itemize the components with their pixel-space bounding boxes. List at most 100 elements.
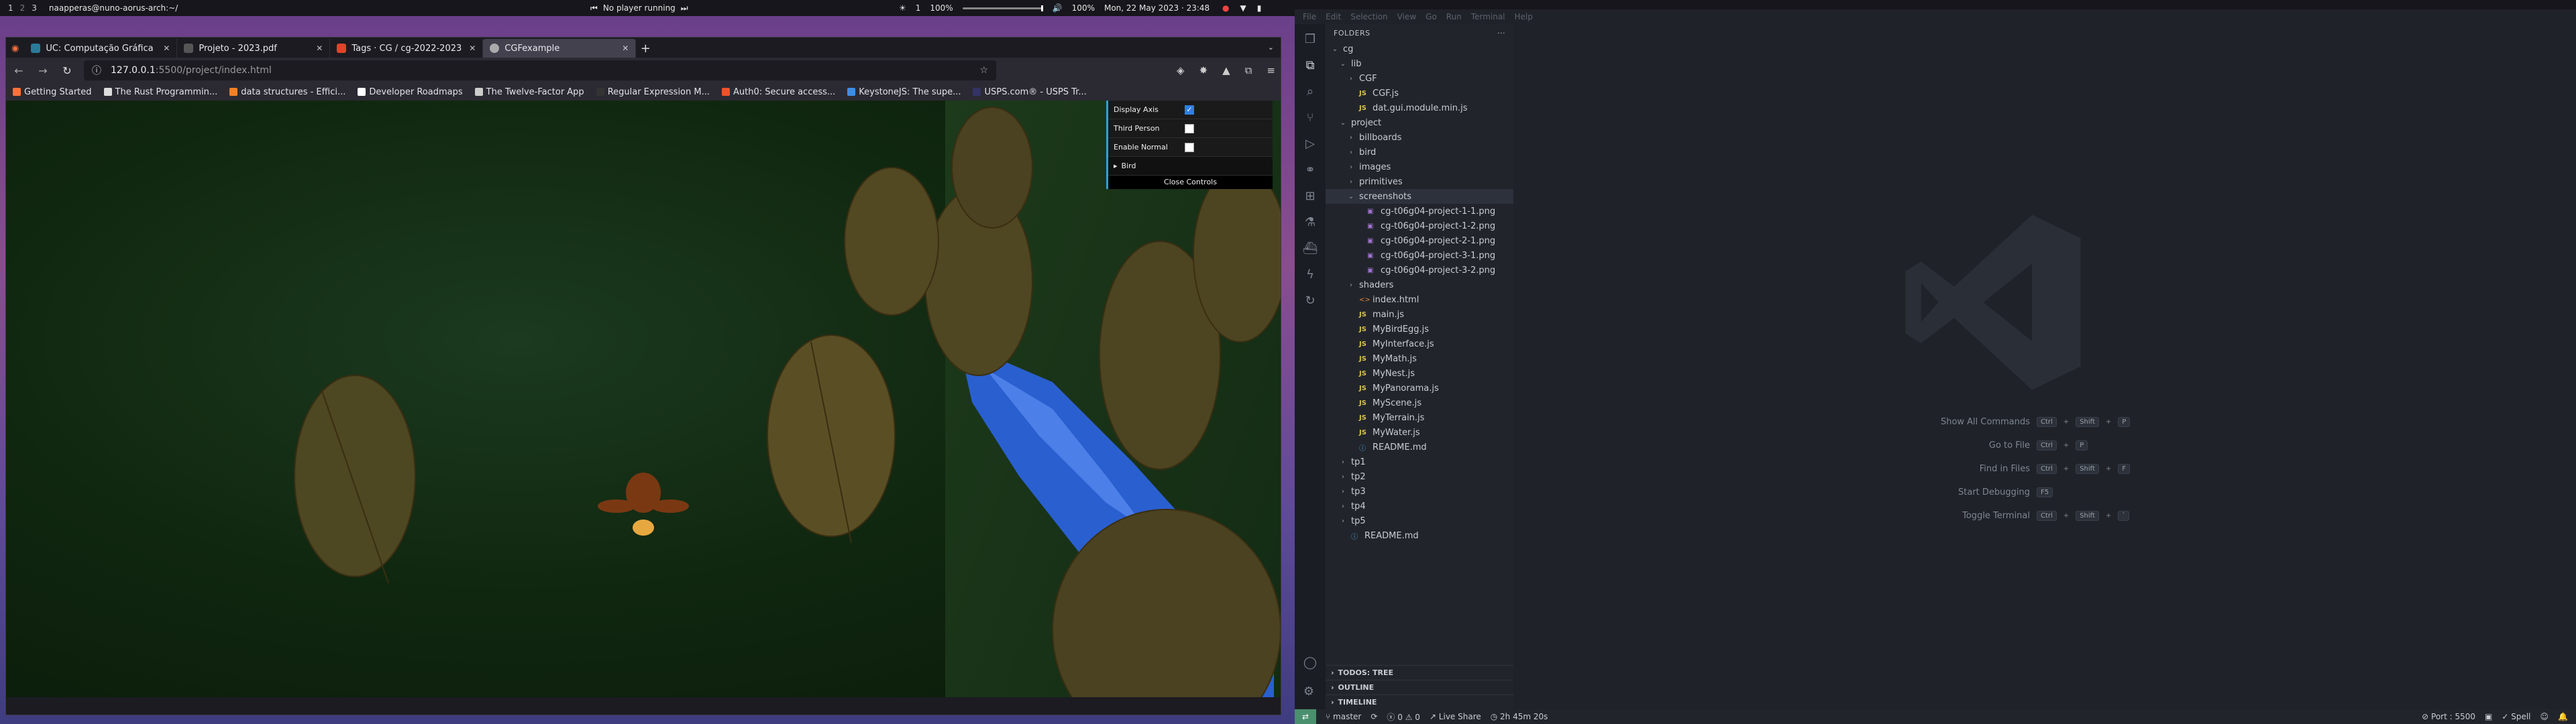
tree-item[interactable]: ⌄ project bbox=[1326, 115, 1513, 130]
tree-item[interactable]: JS MyBirdEgg.js bbox=[1326, 322, 1513, 337]
previous-icon[interactable]: ⏮ bbox=[590, 3, 598, 13]
workspace-2[interactable]: 2 bbox=[20, 3, 25, 13]
manage-gear-icon[interactable]: ⚙ bbox=[1303, 684, 1317, 699]
panel-timeline[interactable]: › TIMELINE bbox=[1326, 695, 1513, 709]
sync-icon[interactable]: ⟳ bbox=[1371, 712, 1377, 721]
tree-item[interactable]: › shaders bbox=[1326, 278, 1513, 292]
gui-enable-normal-row[interactable]: Enable Normal bbox=[1108, 138, 1273, 157]
tree-item[interactable]: JS MyInterface.js bbox=[1326, 337, 1513, 351]
url-bar[interactable]: ⓘ 127.0.0.1:5500/project/index.html ☆ bbox=[84, 60, 996, 80]
tree-item[interactable]: ▣ cg-t06g04-project-3-1.png bbox=[1326, 248, 1513, 263]
layout-icon[interactable]: ▣ bbox=[2485, 712, 2492, 721]
tree-item[interactable]: › CGF bbox=[1326, 71, 1513, 86]
tree-item[interactable]: › tp5 bbox=[1326, 514, 1513, 528]
webgl-scene-canvas[interactable]: Display Axis ✓ Third Person Enable Norma… bbox=[6, 101, 1281, 697]
gui-display-axis-row[interactable]: Display Axis ✓ bbox=[1108, 101, 1273, 119]
close-tab-icon[interactable]: ✕ bbox=[316, 44, 323, 53]
bookmark-twelve-factor[interactable]: The Twelve-Factor App bbox=[474, 87, 584, 97]
enable-normal-checkbox[interactable] bbox=[1185, 142, 1194, 152]
branch-status[interactable]: ⑂ master bbox=[1326, 712, 1361, 721]
menu-go[interactable]: Go bbox=[1426, 12, 1437, 21]
tree-item[interactable]: JS CGF.js bbox=[1326, 86, 1513, 101]
third-person-checkbox[interactable] bbox=[1185, 123, 1194, 133]
remote-explorer-icon[interactable]: ⚭ bbox=[1305, 163, 1315, 177]
live-share-icon[interactable]: ↻ bbox=[1305, 294, 1315, 308]
bookmark-stackoverflow[interactable]: data structures - Effici... bbox=[229, 87, 345, 97]
explorer-icon[interactable]: ⧉ bbox=[1306, 58, 1315, 72]
close-tab-icon[interactable]: ✕ bbox=[622, 44, 629, 53]
editor-area[interactable]: Show All Commands Ctrl + Shift + P Go to F… bbox=[1513, 24, 2576, 709]
menu-run[interactable]: Run bbox=[1446, 12, 1462, 21]
tree-item[interactable]: JS MyPanorama.js bbox=[1326, 381, 1513, 396]
tree-item[interactable]: JS MyNest.js bbox=[1326, 366, 1513, 381]
tree-item[interactable]: ⌄ lib bbox=[1326, 56, 1513, 71]
bookmark-usps[interactable]: USPS.com® - USPS Tr... bbox=[973, 87, 1087, 97]
list-tabs-icon[interactable]: ⌄ bbox=[1268, 43, 1274, 52]
session-timer[interactable]: ◷ 2h 45m 20s bbox=[1491, 712, 1548, 721]
spell-status[interactable]: ✓ Spell bbox=[2502, 712, 2530, 721]
tree-item[interactable]: › billboards bbox=[1326, 130, 1513, 145]
new-tab-button[interactable]: + bbox=[636, 39, 655, 58]
tree-item[interactable]: ▣ cg-t06g04-project-3-2.png bbox=[1326, 263, 1513, 278]
tree-item[interactable]: JS MyTerrain.js bbox=[1326, 410, 1513, 425]
firefox-view-icon[interactable]: ◉ bbox=[11, 44, 24, 58]
pocket-icon[interactable]: ◈ bbox=[1177, 64, 1185, 76]
next-icon[interactable]: ⏭ bbox=[681, 3, 688, 13]
extension-icon[interactable]: ✸ bbox=[1199, 64, 1208, 76]
tree-item[interactable]: › images bbox=[1326, 160, 1513, 174]
search-icon[interactable]: ⌕ bbox=[1307, 84, 1313, 99]
account-icon[interactable]: ◯ bbox=[1303, 656, 1317, 670]
extensions-icon[interactable]: ⊞ bbox=[1305, 189, 1315, 203]
thunder-client-icon[interactable]: ϟ bbox=[1306, 267, 1314, 282]
problems-status[interactable]: ⓧ 0 ⚠ 0 bbox=[1387, 711, 1420, 723]
display-axis-checkbox[interactable]: ✓ bbox=[1185, 105, 1194, 115]
battery-icon[interactable]: ▮ bbox=[1257, 3, 1262, 13]
bookmark-roadmaps[interactable]: Developer Roadmaps bbox=[358, 87, 463, 97]
addon-icon[interactable]: ▲ bbox=[1222, 64, 1230, 76]
close-tab-icon[interactable]: ✕ bbox=[163, 44, 170, 53]
notifications-icon[interactable]: 🔔 bbox=[2558, 712, 2568, 721]
tree-item[interactable]: ⓘ README.md bbox=[1326, 528, 1513, 543]
tree-item[interactable]: ⓘ README.md bbox=[1326, 440, 1513, 455]
tree-item[interactable]: JS MyMath.js bbox=[1326, 351, 1513, 366]
feedback-icon[interactable]: ☺ bbox=[2540, 712, 2549, 721]
tab-projeto-pdf[interactable]: Projeto - 2023.pdf ✕ bbox=[177, 39, 331, 58]
close-controls-button[interactable]: Close Controls bbox=[1108, 176, 1273, 189]
bookmark-keystone[interactable]: KeystoneJS: The supe... bbox=[847, 87, 961, 97]
testing-icon[interactable]: ⚗ bbox=[1305, 215, 1316, 229]
tree-item[interactable]: › tp2 bbox=[1326, 469, 1513, 484]
remote-indicator-icon[interactable]: ⇄ bbox=[1295, 709, 1316, 724]
bookmark-getting-started[interactable]: Getting Started bbox=[13, 87, 92, 97]
tree-item[interactable]: JS main.js bbox=[1326, 307, 1513, 322]
gui-third-person-row[interactable]: Third Person bbox=[1108, 119, 1273, 138]
tree-item[interactable]: ⌄ cg bbox=[1326, 42, 1513, 56]
tree-item[interactable]: › tp3 bbox=[1326, 484, 1513, 499]
volume-handle[interactable] bbox=[1040, 5, 1043, 11]
tree-item[interactable]: JS dat.gui.module.min.js bbox=[1326, 101, 1513, 115]
tree-item[interactable]: ▣ cg-t06g04-project-2-1.png bbox=[1326, 233, 1513, 248]
menu-selection[interactable]: Selection bbox=[1350, 12, 1387, 21]
menu-view[interactable]: View bbox=[1397, 12, 1416, 21]
menu-icon[interactable]: ≡ bbox=[1267, 64, 1275, 76]
tree-item[interactable]: <> index.html bbox=[1326, 292, 1513, 307]
menu-terminal[interactable]: Terminal bbox=[1471, 12, 1505, 21]
run-debug-icon[interactable]: ▷ bbox=[1305, 137, 1315, 151]
media-widget[interactable]: ⏮ No player running ⏭ bbox=[590, 3, 688, 13]
panel-outline[interactable]: › OUTLINE bbox=[1326, 680, 1513, 695]
volume-slider[interactable] bbox=[962, 5, 1043, 11]
source-control-icon[interactable]: ⑂ bbox=[1307, 111, 1314, 125]
tree-item[interactable]: ▣ cg-t06g04-project-1-1.png bbox=[1326, 204, 1513, 219]
bookmark-star-icon[interactable]: ☆ bbox=[979, 65, 988, 76]
tree-item[interactable]: › primitives bbox=[1326, 174, 1513, 189]
workspace-switcher[interactable]: 1 2 3 bbox=[0, 3, 37, 13]
bookmark-regex[interactable]: Regular Expression M... bbox=[596, 87, 710, 97]
tree-item[interactable]: JS MyWater.js bbox=[1326, 425, 1513, 440]
tree-item[interactable]: › tp1 bbox=[1326, 455, 1513, 469]
open-editors-icon[interactable]: ❐ bbox=[1305, 32, 1316, 46]
tree-item[interactable]: ▣ cg-t06g04-project-1-2.png bbox=[1326, 219, 1513, 233]
record-icon[interactable]: ● bbox=[1222, 3, 1229, 13]
live-share-status[interactable]: ↗ Live Share bbox=[1430, 712, 1481, 721]
menu-edit[interactable]: Edit bbox=[1326, 12, 1341, 21]
tree-item[interactable]: ⌄ screenshots bbox=[1326, 189, 1513, 204]
more-actions-icon[interactable]: ··· bbox=[1497, 29, 1505, 38]
